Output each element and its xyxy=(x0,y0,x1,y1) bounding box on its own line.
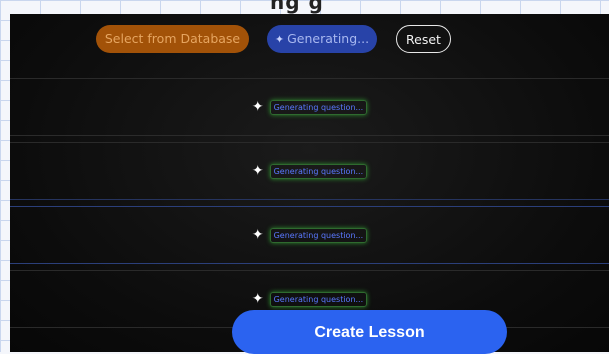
select-from-database-button[interactable]: Select from Database xyxy=(96,25,249,53)
status-text: Generating question... xyxy=(269,99,368,115)
question-row: ✦ Generating question... xyxy=(10,142,609,200)
lesson-builder-panel: Select from Database ✦ Generating... Rese… xyxy=(10,14,609,352)
create-lesson-button[interactable]: Create Lesson xyxy=(232,310,507,354)
question-row: ✦ Generating question... xyxy=(10,206,609,264)
sparkle-icon: ✦ xyxy=(274,33,285,46)
generating-status: ✦ Generating question... xyxy=(251,227,368,243)
toolbar: Select from Database ✦ Generating... Rese… xyxy=(10,14,609,78)
reset-button[interactable]: Reset xyxy=(396,25,451,53)
status-text: Generating question... xyxy=(269,291,368,307)
status-text: Generating question... xyxy=(269,163,368,179)
generating-status: ✦ Generating question... xyxy=(251,99,368,115)
generating-label: Generating... xyxy=(287,31,370,46)
generating-status: ✦ Generating question... xyxy=(251,291,368,307)
clipped-heading: ng g xyxy=(270,0,324,14)
sparkle-icon: ✦ xyxy=(251,291,264,307)
generating-status: ✦ Generating question... xyxy=(251,163,368,179)
sparkle-icon: ✦ xyxy=(251,99,264,115)
status-text: Generating question... xyxy=(269,227,368,243)
question-row: ✦ Generating question... xyxy=(10,78,609,136)
sparkle-icon: ✦ xyxy=(251,163,264,179)
generating-button[interactable]: ✦ Generating... xyxy=(267,25,377,53)
sparkle-icon: ✦ xyxy=(251,227,264,243)
